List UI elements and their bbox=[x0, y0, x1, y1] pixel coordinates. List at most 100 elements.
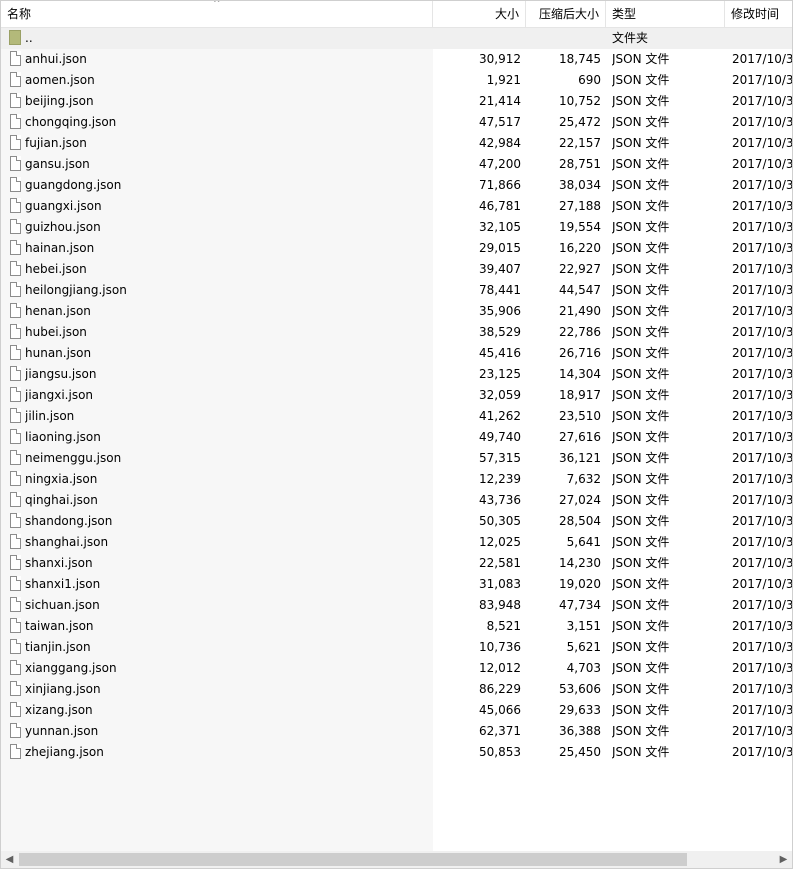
file-row[interactable]: aomen.json 1,921 690 JSON 文件 2017/10/3 bbox=[1, 70, 792, 91]
file-icon bbox=[10, 72, 21, 87]
file-modified: 2017/10/3 bbox=[732, 199, 792, 213]
column-header-type-label: 类型 bbox=[612, 7, 637, 21]
file-row[interactable]: guangdong.json 71,866 38,034 JSON 文件 2017/10… bbox=[1, 175, 792, 196]
file-icon bbox=[10, 93, 21, 108]
file-packed-size: 4,703 bbox=[566, 661, 601, 675]
file-icon bbox=[10, 471, 21, 486]
file-name: guangxi.json bbox=[25, 199, 102, 213]
file-name: xinjiang.json bbox=[25, 682, 101, 696]
parent-folder-row[interactable]: .. 文件夹 bbox=[1, 28, 792, 49]
file-type: JSON 文件 bbox=[612, 283, 670, 297]
scrollbar-thumb[interactable] bbox=[19, 853, 687, 866]
file-icon bbox=[10, 660, 21, 675]
file-row[interactable]: guangxi.json 46,781 27,188 JSON 文件 2017/10/3 bbox=[1, 196, 792, 217]
file-modified: 2017/10/3 bbox=[732, 535, 792, 549]
file-row[interactable]: chongqing.json 47,517 25,472 JSON 文件 2017/10… bbox=[1, 112, 792, 133]
file-size: 83,948 bbox=[479, 598, 521, 612]
column-header-packed-size[interactable]: 压缩后大小 bbox=[526, 1, 606, 27]
file-type: JSON 文件 bbox=[612, 661, 670, 675]
file-packed-size: 47,734 bbox=[559, 598, 601, 612]
file-modified: 2017/10/3 bbox=[732, 94, 792, 108]
file-row[interactable]: neimenggu.json 57,315 36,121 JSON 文件 2017/10… bbox=[1, 448, 792, 469]
file-row[interactable]: ningxia.json 12,239 7,632 JSON 文件 2017/10/3 bbox=[1, 469, 792, 490]
file-row[interactable]: shanghai.json 12,025 5,641 JSON 文件 2017/10/3 bbox=[1, 532, 792, 553]
file-row[interactable]: qinghai.json 43,736 27,024 JSON 文件 2017/10/3 bbox=[1, 490, 792, 511]
file-row[interactable]: anhui.json 30,912 18,745 JSON 文件 2017/10/3 bbox=[1, 49, 792, 70]
file-row[interactable]: xinjiang.json 86,229 53,606 JSON 文件 2017/10/… bbox=[1, 679, 792, 700]
file-name: neimenggu.json bbox=[25, 451, 122, 465]
file-row[interactable]: fujian.json 42,984 22,157 JSON 文件 2017/10/3 bbox=[1, 133, 792, 154]
file-row[interactable]: hebei.json 39,407 22,927 JSON 文件 2017/10/3 bbox=[1, 259, 792, 280]
file-row[interactable]: jiangsu.json 23,125 14,304 JSON 文件 2017/10/3 bbox=[1, 364, 792, 385]
file-icon bbox=[10, 156, 21, 171]
file-row[interactable]: xizang.json 45,066 29,633 JSON 文件 2017/10/3 bbox=[1, 700, 792, 721]
file-type: JSON 文件 bbox=[612, 115, 670, 129]
file-row[interactable]: henan.json 35,906 21,490 JSON 文件 2017/10/3 bbox=[1, 301, 792, 322]
file-row[interactable]: hainan.json 29,015 16,220 JSON 文件 2017/10/3 bbox=[1, 238, 792, 259]
file-name: hubei.json bbox=[25, 325, 87, 339]
file-type: JSON 文件 bbox=[612, 409, 670, 423]
file-modified: 2017/10/3 bbox=[732, 619, 792, 633]
file-type: JSON 文件 bbox=[612, 136, 670, 150]
file-type: JSON 文件 bbox=[612, 451, 670, 465]
parent-folder-type: 文件夹 bbox=[612, 31, 649, 45]
file-type: JSON 文件 bbox=[612, 577, 670, 591]
file-row[interactable]: tianjin.json 10,736 5,621 JSON 文件 2017/10/3 bbox=[1, 637, 792, 658]
scroll-left-arrow-icon[interactable]: ◀ bbox=[1, 851, 18, 868]
column-header-size[interactable]: 大小 bbox=[433, 1, 526, 27]
file-modified: 2017/10/3 bbox=[732, 283, 792, 297]
file-type: JSON 文件 bbox=[612, 199, 670, 213]
file-row[interactable]: xianggang.json 12,012 4,703 JSON 文件 2017/10/… bbox=[1, 658, 792, 679]
column-header-size-label: 大小 bbox=[494, 7, 519, 21]
file-size: 47,200 bbox=[479, 157, 521, 171]
file-name: jilin.json bbox=[25, 409, 75, 423]
column-header-name-label: 名称 bbox=[7, 7, 32, 21]
file-name: henan.json bbox=[25, 304, 91, 318]
file-modified: 2017/10/3 bbox=[732, 220, 792, 234]
file-row[interactable]: yunnan.json 62,371 36,388 JSON 文件 2017/10/3 bbox=[1, 721, 792, 742]
file-row[interactable]: shandong.json 50,305 28,504 JSON 文件 2017/10/… bbox=[1, 511, 792, 532]
scroll-right-arrow-icon[interactable]: ▶ bbox=[775, 851, 792, 868]
file-packed-size: 36,388 bbox=[559, 724, 601, 738]
column-header-modified[interactable]: 修改时间 bbox=[725, 1, 792, 27]
file-size: 22,581 bbox=[479, 556, 521, 570]
file-row[interactable]: liaoning.json 49,740 27,616 JSON 文件 2017/10/… bbox=[1, 427, 792, 448]
file-name: aomen.json bbox=[25, 73, 95, 87]
file-icon bbox=[10, 219, 21, 234]
file-row[interactable]: taiwan.json 8,521 3,151 JSON 文件 2017/10/3 bbox=[1, 616, 792, 637]
file-row[interactable]: gansu.json 47,200 28,751 JSON 文件 2017/10/3 bbox=[1, 154, 792, 175]
file-size: 8,521 bbox=[486, 619, 521, 633]
file-name: jiangxi.json bbox=[25, 388, 94, 402]
file-row[interactable]: shanxi1.json 31,083 19,020 JSON 文件 2017/10/3 bbox=[1, 574, 792, 595]
file-type: JSON 文件 bbox=[612, 73, 670, 87]
file-icon bbox=[10, 408, 21, 423]
file-row[interactable]: jiangxi.json 32,059 18,917 JSON 文件 2017/10/3 bbox=[1, 385, 792, 406]
file-row[interactable]: hunan.json 45,416 26,716 JSON 文件 2017/10/3 bbox=[1, 343, 792, 364]
file-modified: 2017/10/3 bbox=[732, 430, 792, 444]
file-icon bbox=[10, 114, 21, 129]
file-row[interactable]: zhejiang.json 50,853 25,450 JSON 文件 2017/10/… bbox=[1, 742, 792, 763]
file-row[interactable]: hubei.json 38,529 22,786 JSON 文件 2017/10/3 bbox=[1, 322, 792, 343]
file-modified: 2017/10/3 bbox=[732, 724, 792, 738]
file-modified: 2017/10/3 bbox=[732, 640, 792, 654]
file-packed-size: 14,230 bbox=[559, 556, 601, 570]
file-modified: 2017/10/3 bbox=[732, 115, 792, 129]
file-modified: 2017/10/3 bbox=[732, 556, 792, 570]
file-name: xizang.json bbox=[25, 703, 93, 717]
file-modified: 2017/10/3 bbox=[732, 388, 792, 402]
parent-folder-name: .. bbox=[25, 31, 33, 45]
file-row[interactable]: heilongjiang.json 78,441 44,547 JSON 文件 2017… bbox=[1, 280, 792, 301]
column-header-type[interactable]: 类型 bbox=[606, 1, 725, 27]
file-row[interactable]: shanxi.json 22,581 14,230 JSON 文件 2017/10/3 bbox=[1, 553, 792, 574]
file-row[interactable]: guizhou.json 32,105 19,554 JSON 文件 2017/10/3 bbox=[1, 217, 792, 238]
file-row[interactable]: sichuan.json 83,948 47,734 JSON 文件 2017/10/3 bbox=[1, 595, 792, 616]
horizontal-scrollbar[interactable]: ◀ ▶ bbox=[1, 851, 792, 868]
file-icon bbox=[10, 450, 21, 465]
file-type: JSON 文件 bbox=[612, 619, 670, 633]
file-row[interactable]: beijing.json 21,414 10,752 JSON 文件 2017/10/3 bbox=[1, 91, 792, 112]
file-row[interactable]: jilin.json 41,262 23,510 JSON 文件 2017/10/3 bbox=[1, 406, 792, 427]
file-modified: 2017/10/3 bbox=[732, 136, 792, 150]
sort-ascending-icon: ^ bbox=[213, 0, 221, 9]
file-size: 35,906 bbox=[479, 304, 521, 318]
file-packed-size: 22,927 bbox=[559, 262, 601, 276]
